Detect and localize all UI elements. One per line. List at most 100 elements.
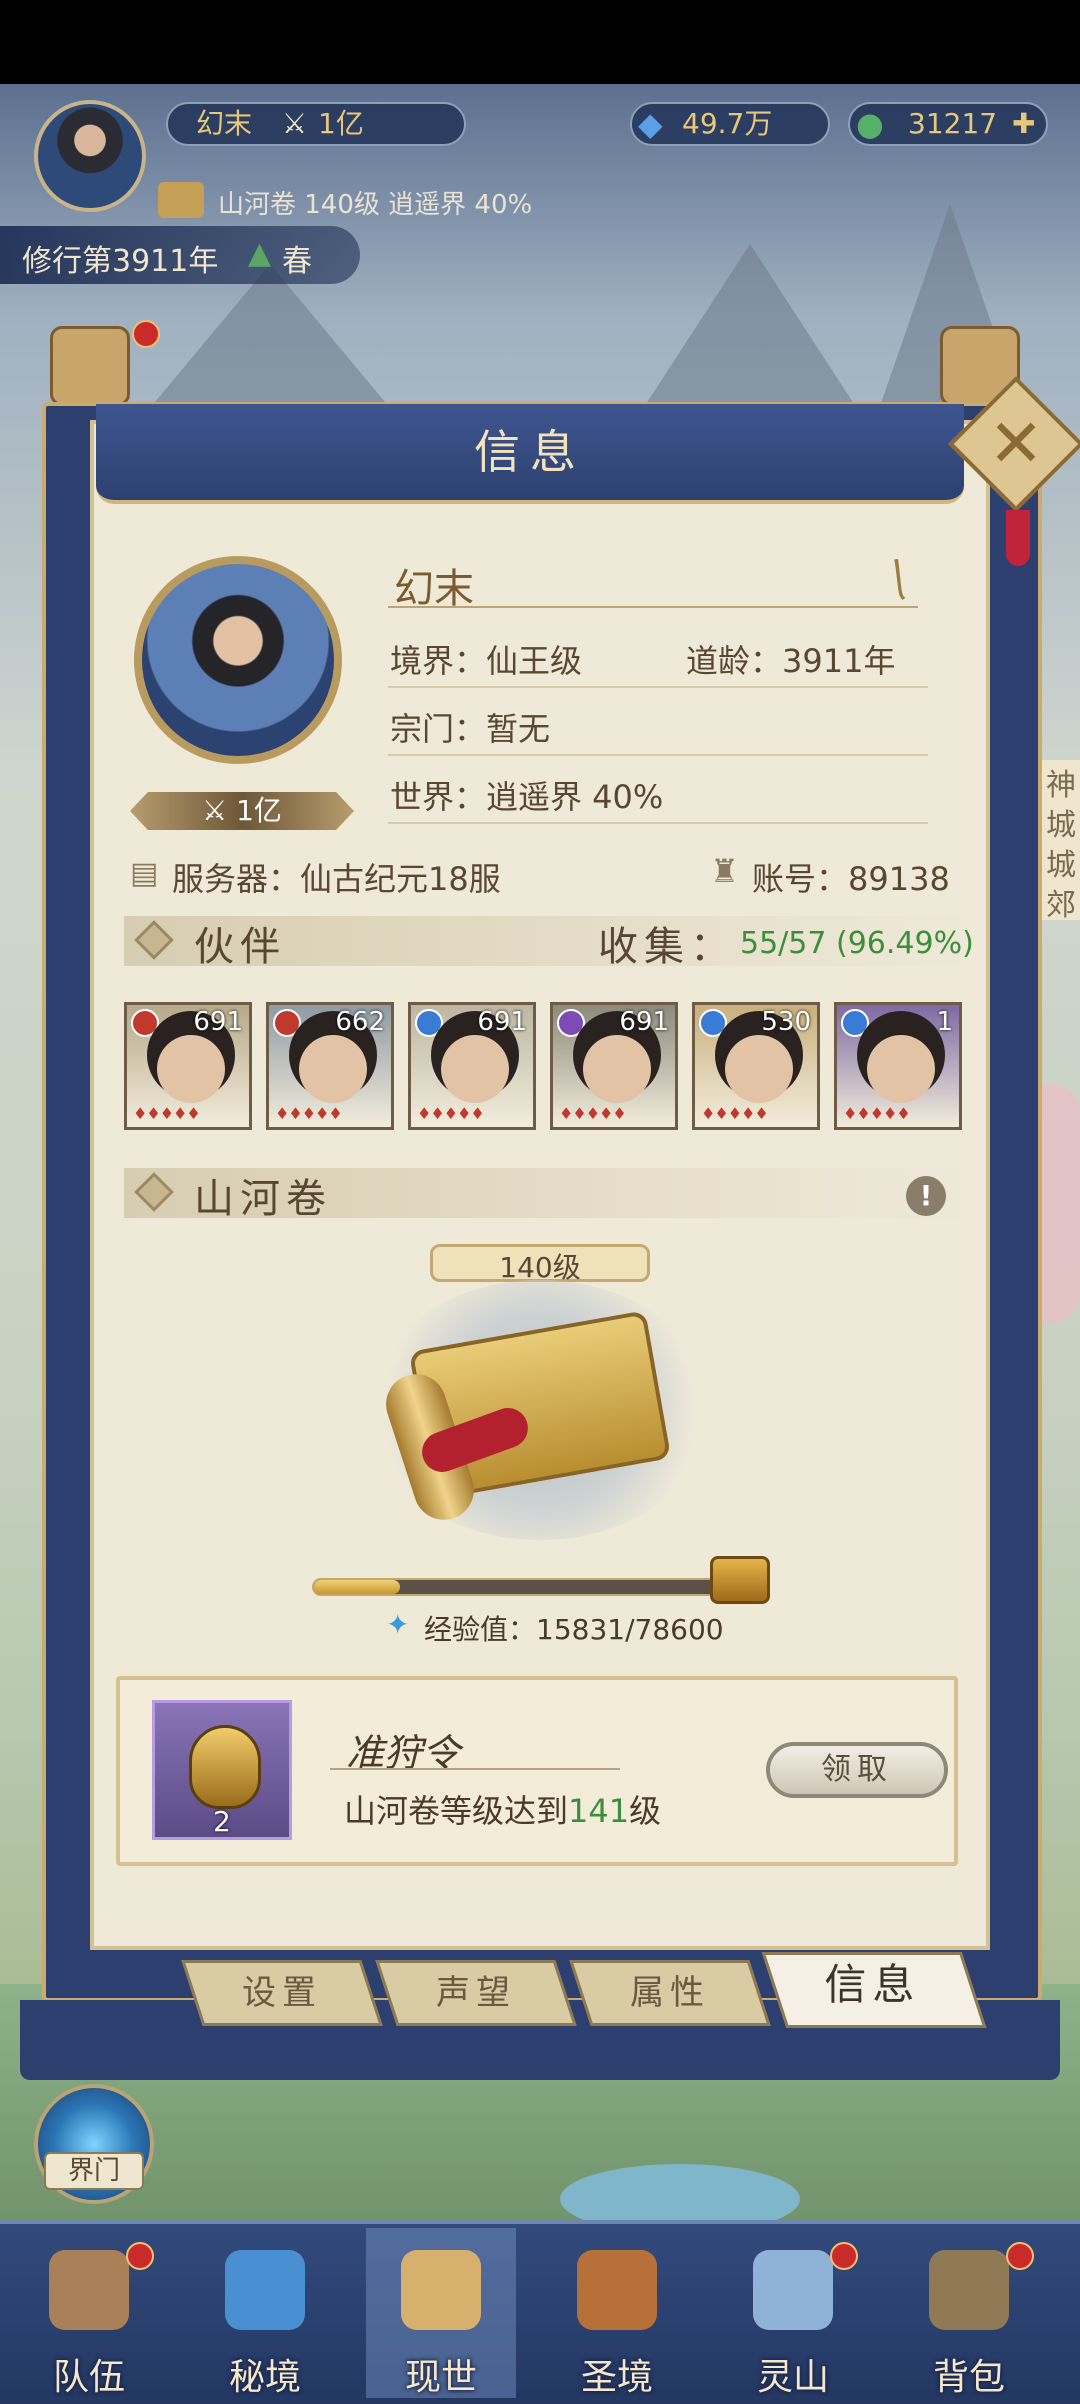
cultivation-year: 修行第3911年 (22, 244, 219, 279)
right-location-tag[interactable]: 神 城 城 郊 (1040, 760, 1080, 923)
hunt-token-item[interactable]: 2 (152, 1700, 292, 1840)
sword-icon: ⚔ (202, 794, 237, 827)
tab-settings[interactable]: 设置 (181, 1960, 383, 2026)
exp-progress-fill (314, 1580, 401, 1594)
partner-level: 691 (477, 1007, 527, 1037)
divider (388, 822, 928, 824)
scroll-title: 山河卷 (194, 1176, 332, 1222)
partner-level: 530 (761, 1007, 811, 1037)
spirit-stone-count: 49.7万 (682, 107, 773, 140)
tab-reputation[interactable]: 声望 (375, 1960, 577, 2026)
bag-icon (929, 2250, 1009, 2330)
divider (330, 1768, 620, 1770)
star-rating-icon: ♦♦♦♦♦ (133, 1104, 201, 1123)
star-rating-icon: ♦♦♦♦♦ (843, 1104, 911, 1123)
notification-dot (132, 320, 160, 348)
location-char: 城 (1046, 808, 1076, 843)
nav-label: 队伍 (52, 2357, 125, 2398)
tab-attributes[interactable]: 属性 (569, 1960, 771, 2026)
exp-progress-bar (312, 1578, 744, 1596)
star-rating-icon: ♦♦♦♦♦ (701, 1104, 769, 1123)
spirit-stone-bar[interactable]: ◆ 49.7万 (630, 102, 830, 146)
location-char: 郊 (1046, 888, 1076, 923)
nav-label: 现世 (404, 2357, 477, 2398)
scroll-info: 山河卷 140级 逍遥界 40% (218, 190, 533, 220)
collect-label: 收集： (598, 924, 736, 970)
divider (388, 754, 928, 756)
reward-desc: 山河卷等级达到141级 (344, 1786, 661, 1832)
scroll-event-button[interactable] (50, 326, 130, 406)
server-icon: ▤ (130, 856, 159, 891)
shield-icon (189, 1725, 261, 1809)
nav-temple[interactable]: 圣境 (542, 2228, 692, 2398)
world: 世界：逍遥界 40% (390, 778, 664, 816)
gate-label: 界门 (44, 2152, 144, 2190)
add-jade-icon[interactable]: ✚ (1012, 104, 1035, 144)
nav-label: 圣境 (580, 2357, 653, 2398)
partner-card[interactable]: 662 ♦♦♦♦♦ (266, 1002, 394, 1130)
close-icon: ✕ (988, 405, 1044, 482)
partner-card[interactable]: 691 ♦♦♦♦♦ (550, 1002, 678, 1130)
season: 春 (282, 244, 312, 279)
tab-info[interactable]: 信息 (761, 1952, 987, 2028)
nav-scroll-map[interactable]: 现世 (366, 2228, 516, 2398)
partner-portrait (441, 1035, 509, 1103)
tab-label: 声望 (436, 1973, 516, 2013)
team-icon (49, 2250, 129, 2330)
nav-team[interactable]: 队伍 (14, 2228, 164, 2398)
nav-label: 秘境 (228, 2357, 301, 2398)
profile-portrait (134, 556, 342, 764)
power-badge: ⚔ 1亿 (130, 792, 354, 830)
tab-label: 信息 (824, 1960, 921, 2009)
treasure-chest-icon[interactable] (710, 1556, 770, 1604)
partner-level: 662 (335, 1007, 385, 1037)
tree-icon: ▲ (248, 236, 272, 271)
reward-desc-suffix: 级 (629, 1792, 662, 1830)
partner-card[interactable]: 1 ♦♦♦♦♦ (834, 1002, 962, 1130)
partner-portrait (725, 1035, 793, 1103)
reward-desc-level: 141 (568, 1792, 630, 1830)
jade-icon: ● (856, 105, 884, 143)
jade-bar[interactable]: ● 31217 ✚ (848, 102, 1048, 146)
partner-portrait (157, 1035, 225, 1103)
partner-card[interactable]: 691 ♦♦♦♦♦ (124, 1002, 252, 1130)
account: 账号：89138 (752, 860, 950, 898)
element-icon (415, 1009, 443, 1037)
vortex-icon (225, 2250, 305, 2330)
nav-bag[interactable]: 背包 (894, 2228, 1044, 2398)
flame-icon: ✦ (386, 1608, 410, 1641)
exp-label: 经验值：15831/78600 (424, 1608, 724, 1648)
nav-mountain[interactable]: 灵山 (718, 2228, 868, 2398)
divider (388, 686, 928, 688)
item-count: 2 (213, 1805, 231, 1838)
mountain-icon (753, 2250, 833, 2330)
partner-portrait (583, 1035, 651, 1103)
partner-level: 691 (193, 1007, 243, 1037)
name-underline (388, 606, 918, 608)
power-badge-value: 1亿 (236, 794, 282, 827)
partner-card[interactable]: 530 ♦♦♦♦♦ (692, 1002, 820, 1130)
notification-dot (830, 2242, 858, 2270)
partner-level: 1 (936, 1007, 953, 1037)
element-icon (131, 1009, 159, 1037)
claim-button[interactable]: 领取 (766, 1742, 948, 1798)
realm: 境界：仙王级 (390, 642, 583, 680)
partner-card[interactable]: 691 ♦♦♦♦♦ (408, 1002, 536, 1130)
server: 服务器：仙古纪元18服 (172, 860, 501, 898)
collect-value: 55/57 (96.49%) (740, 926, 974, 961)
star-rating-icon: ♦♦♦♦♦ (559, 1104, 627, 1123)
star-rating-icon: ♦♦♦♦♦ (275, 1104, 343, 1123)
player-name-bar: 幻末 ⚔ 1亿 (166, 102, 466, 146)
sword-icon: ⚔ (282, 107, 308, 140)
nav-vortex[interactable]: 秘境 (190, 2228, 340, 2398)
partner-portrait (867, 1035, 935, 1103)
notification-dot (126, 2242, 154, 2270)
partner-portrait (299, 1035, 367, 1103)
jade-count: 31217 (908, 107, 998, 140)
info-icon[interactable]: ! (906, 1176, 946, 1216)
player-power: 1亿 (318, 107, 364, 140)
location-char: 城 (1046, 848, 1076, 883)
tab-label: 设置 (242, 1973, 322, 2013)
temple-icon (577, 2250, 657, 2330)
player-avatar[interactable] (34, 100, 146, 212)
